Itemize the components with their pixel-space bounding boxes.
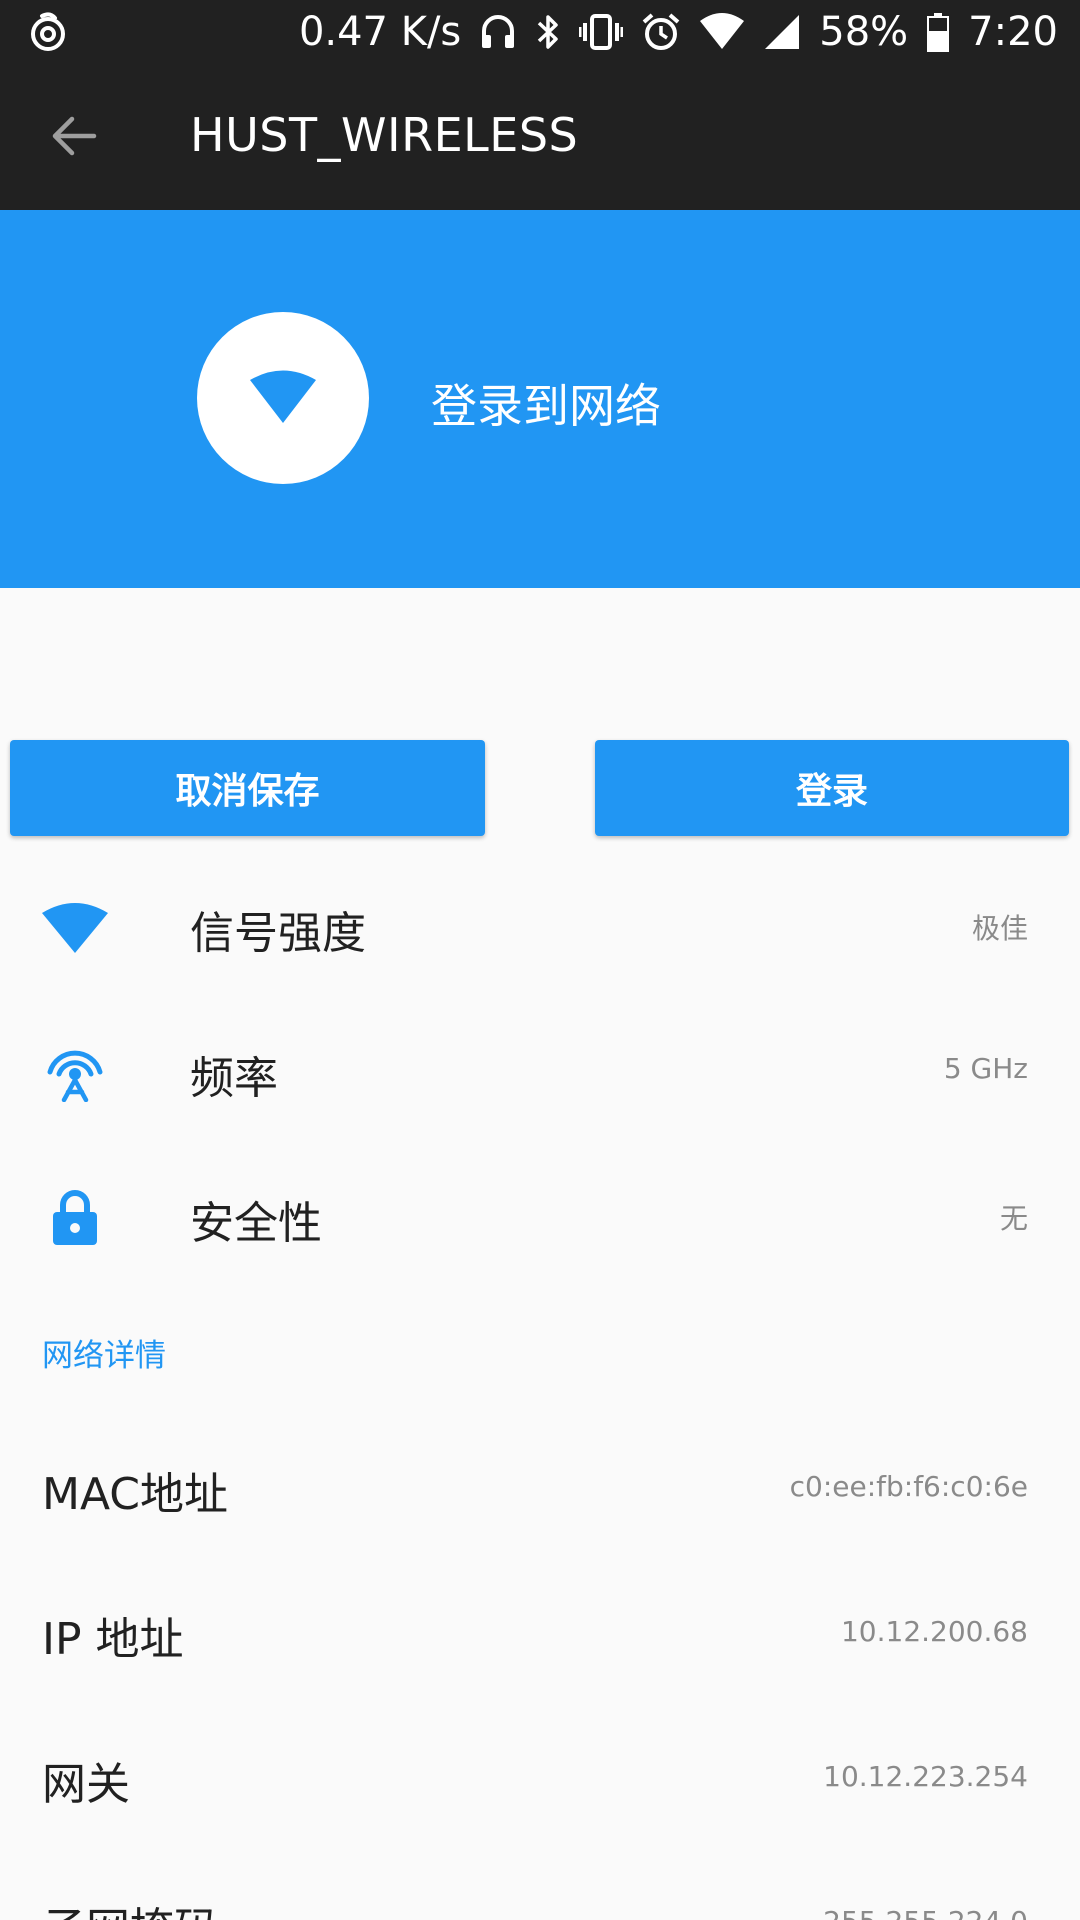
forget-network-button[interactable]: 取消保存 [10, 740, 485, 836]
gateway-row: 网关 10.12.223.254 [0, 1704, 1080, 1849]
security-label: 安全性 [190, 1198, 322, 1249]
mac-address-label: MAC地址 [42, 1469, 229, 1520]
security-row: 安全性 无 [0, 1143, 1080, 1288]
arrow-back-icon [50, 114, 98, 162]
gateway-label: 网关 [42, 1759, 130, 1810]
subnet-mask-label: 子网掩码 [42, 1893, 218, 1920]
hero-icon-circle [197, 312, 369, 484]
vibrate-icon [579, 13, 624, 51]
app-bar: HUST_WIRELESS [0, 64, 1080, 210]
signal-strength-value: 极佳 [971, 912, 1028, 945]
frequency-value: 5 GHz [943, 1052, 1028, 1085]
gateway-value: 10.12.223.254 [823, 1760, 1028, 1793]
back-button[interactable] [40, 104, 108, 172]
frequency-row: 频率 5 GHz [0, 998, 1080, 1143]
bluetooth-icon [535, 12, 561, 52]
login-button[interactable]: 登录 [595, 740, 1069, 836]
wifi-icon [248, 367, 318, 429]
ip-address-value: 10.12.200.68 [840, 1615, 1028, 1648]
wifi-icon [699, 13, 745, 51]
signal-strength-label: 信号强度 [190, 908, 366, 959]
wifi-signal-icon [40, 895, 110, 959]
ip-address-label: IP 地址 [42, 1614, 184, 1665]
ip-address-row: IP 地址 10.12.200.68 [0, 1559, 1080, 1704]
clock-time: 7:20 [968, 9, 1058, 55]
alarm-icon [641, 12, 681, 52]
network-details-header: 网络详情 [42, 1338, 166, 1374]
battery-icon [926, 12, 950, 52]
lock-icon [40, 1185, 110, 1249]
mac-address-value: c0:ee:fb:f6:c0:6e [789, 1470, 1028, 1503]
battery-percent: 58% [819, 9, 909, 55]
netease-music-icon [28, 10, 68, 54]
security-value: 无 [999, 1202, 1028, 1235]
page-title: HUST_WIRELESS [190, 108, 579, 162]
frequency-label: 频率 [190, 1053, 278, 1104]
subnet-mask-row: 子网掩码 255.255.224.0 [0, 1849, 1080, 1920]
cell-signal-icon [763, 13, 801, 51]
headphones-icon [479, 13, 517, 51]
frequency-antenna-icon [40, 1040, 110, 1104]
mac-address-row: MAC地址 c0:ee:fb:f6:c0:6e [0, 1414, 1080, 1559]
network-hero-panel[interactable]: 登录到网络 [0, 210, 1080, 588]
subnet-mask-value: 255.255.224.0 [823, 1905, 1028, 1920]
signal-strength-row: 信号强度 极佳 [0, 853, 1080, 998]
status-bar: 0.47 K/s 58% 7:20 [0, 0, 1080, 64]
sign-in-to-network-label[interactable]: 登录到网络 [431, 370, 661, 436]
network-speed: 0.47 K/s [298, 9, 462, 55]
